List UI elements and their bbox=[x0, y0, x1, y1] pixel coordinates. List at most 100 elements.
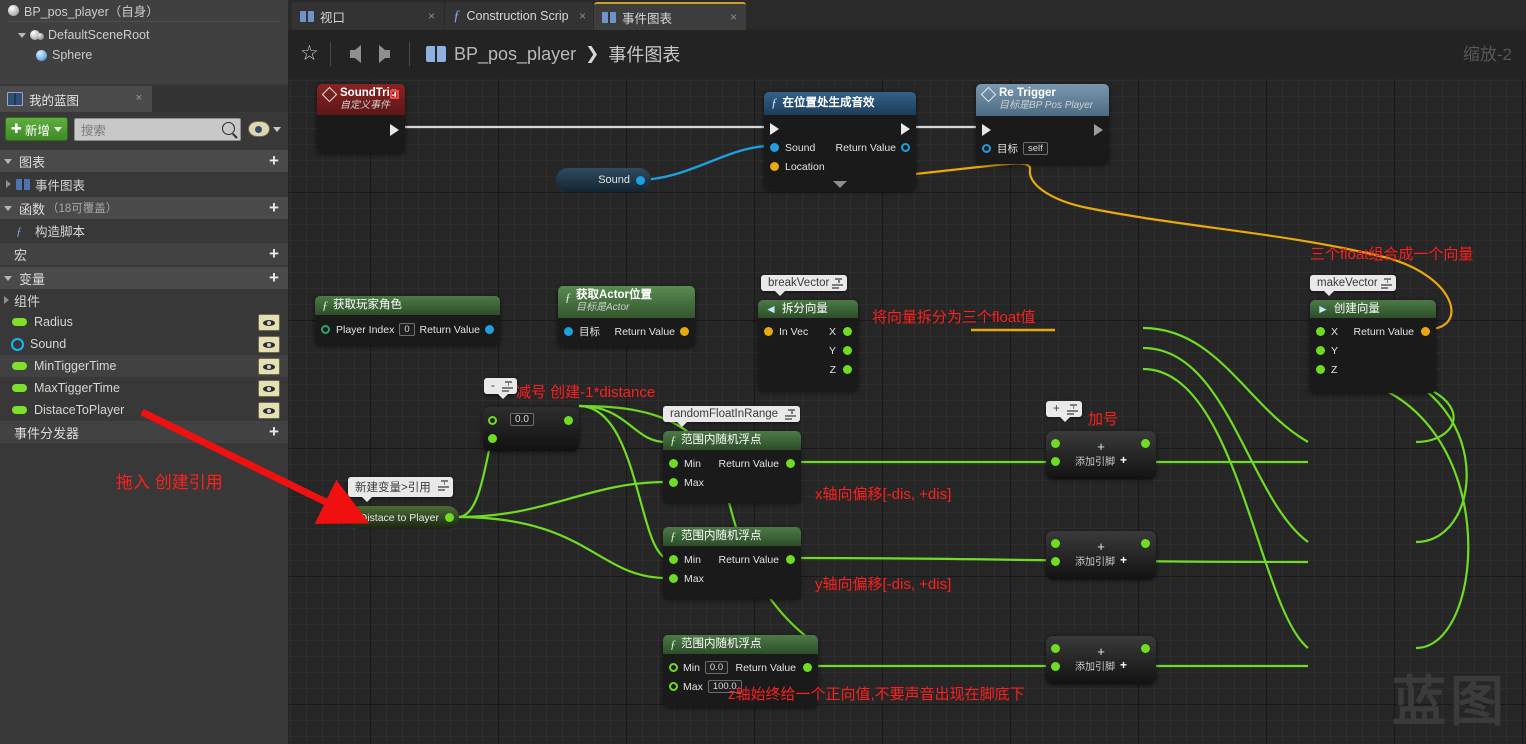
node-add-y[interactable]: + 添加引脚 + bbox=[1046, 531, 1156, 579]
outliner-item-sphere[interactable]: Sphere bbox=[0, 45, 288, 65]
node-spawn-sound-at-location[interactable]: ƒ 在位置处生成音效 Sound Return Value Location bbox=[764, 92, 916, 190]
exec-output-pin[interactable] bbox=[1094, 123, 1103, 136]
blueprint-canvas[interactable]: SoundTrig 自定义事件 Sound ƒ 在位置处生成音效 Sound R… bbox=[288, 78, 1526, 744]
exec-input-pin[interactable] bbox=[982, 123, 991, 136]
node-random-float-in-range-y[interactable]: ƒ 范围内随机浮点 Min Return Value Max bbox=[663, 527, 801, 599]
list-item-variable-distacetoplayer[interactable]: DistaceToPlayer bbox=[0, 399, 288, 421]
object-output-pin[interactable] bbox=[636, 175, 645, 185]
y-output-pin[interactable] bbox=[843, 346, 852, 355]
list-item-event-graph[interactable]: 事件图表 bbox=[0, 173, 288, 195]
section-macros[interactable]: 宏 + bbox=[0, 243, 288, 265]
min-value[interactable]: 0.0 bbox=[704, 661, 729, 674]
add-output-pin[interactable] bbox=[1141, 539, 1150, 548]
exec-input-pin[interactable] bbox=[770, 122, 779, 135]
return-value-pin[interactable] bbox=[901, 143, 910, 152]
favorite-star-icon[interactable]: ☆ bbox=[300, 43, 320, 64]
add-input-pin-b[interactable] bbox=[1051, 662, 1060, 671]
chevron-right-icon[interactable] bbox=[6, 180, 11, 188]
min-input-pin[interactable] bbox=[669, 663, 678, 672]
node-break-vector[interactable]: ◄ 拆分向量 In Vec X Y Z bbox=[758, 300, 858, 391]
add-input-pin-b[interactable] bbox=[1051, 557, 1060, 566]
eye-icon[interactable] bbox=[258, 314, 280, 331]
add-input-pin-a[interactable] bbox=[1051, 439, 1060, 448]
return-value-pin[interactable] bbox=[1421, 327, 1430, 336]
tab-construction-script[interactable]: ƒ Construction Scrip × bbox=[445, 2, 593, 30]
add-pin-plus-icon[interactable]: + bbox=[1120, 453, 1127, 467]
x-input-pin[interactable] bbox=[1316, 327, 1325, 336]
list-item-variable-radius[interactable]: Radius bbox=[0, 311, 288, 333]
chevron-down-icon[interactable] bbox=[18, 32, 26, 38]
add-graph-button[interactable]: + bbox=[266, 152, 282, 169]
z-output-pin[interactable] bbox=[843, 365, 852, 374]
node-sound-variable[interactable]: Sound bbox=[556, 168, 651, 192]
section-variables[interactable]: 变量 + bbox=[0, 267, 288, 289]
return-value-pin[interactable] bbox=[680, 327, 689, 336]
x-output-pin[interactable] bbox=[843, 327, 852, 336]
target-value[interactable]: self bbox=[1023, 142, 1048, 155]
node-re-trigger[interactable]: Re Trigger 目标是BP Pos Player 目标 self bbox=[976, 84, 1109, 164]
return-value-pin[interactable] bbox=[485, 325, 494, 334]
close-icon[interactable]: × bbox=[428, 9, 435, 23]
chevron-down-icon[interactable] bbox=[272, 126, 281, 132]
breadcrumb-root[interactable]: BP_pos_player bbox=[454, 44, 576, 65]
target-input-pin[interactable] bbox=[982, 144, 991, 153]
section-functions[interactable]: 函数 （18可覆盖） + bbox=[0, 197, 288, 219]
max-input-pin[interactable] bbox=[669, 574, 678, 583]
location-input-pin[interactable] bbox=[770, 162, 779, 171]
return-value-pin[interactable] bbox=[786, 555, 795, 564]
chevron-right-icon[interactable] bbox=[4, 296, 9, 304]
player-index-value[interactable]: 0 bbox=[399, 323, 415, 336]
back-arrow-icon[interactable] bbox=[350, 45, 361, 63]
outliner-root[interactable]: BP_pos_player（自身） bbox=[0, 0, 288, 20]
return-value-pin[interactable] bbox=[786, 459, 795, 468]
close-icon[interactable]: × bbox=[579, 9, 586, 23]
chevron-down-icon[interactable] bbox=[4, 205, 12, 211]
node-sound-trig[interactable]: SoundTrig 自定义事件 bbox=[317, 84, 405, 153]
list-item-components[interactable]: 组件 bbox=[0, 289, 288, 311]
add-input-pin-a[interactable] bbox=[1051, 539, 1060, 548]
player-index-input-pin[interactable] bbox=[321, 325, 330, 334]
node-get-actor-location[interactable]: ƒ 获取Actor位置 目标是Actor 目标 Return Value bbox=[558, 286, 695, 347]
forward-arrow-icon[interactable] bbox=[379, 45, 390, 63]
node-negate[interactable]: 0.0 bbox=[483, 407, 579, 451]
max-input-pin[interactable] bbox=[669, 682, 678, 691]
expand-chevron-down-icon[interactable] bbox=[833, 181, 847, 188]
node-distance-to-player-variable[interactable]: Distace to Player bbox=[349, 506, 459, 529]
close-icon[interactable]: × bbox=[136, 93, 142, 104]
breadcrumb-leaf[interactable]: 事件图表 bbox=[608, 41, 680, 67]
eye-icon[interactable] bbox=[258, 380, 280, 397]
z-input-pin[interactable] bbox=[1316, 365, 1325, 374]
node-make-vector[interactable]: ► 创建向量 X Return Value Y Z bbox=[1310, 300, 1436, 393]
negate-input-pin-b[interactable] bbox=[488, 434, 497, 443]
list-item-variable-sound[interactable]: Sound bbox=[0, 333, 288, 355]
add-variable-button[interactable]: + bbox=[266, 269, 282, 286]
search-input[interactable]: 搜索 bbox=[73, 117, 241, 141]
return-value-pin[interactable] bbox=[803, 663, 812, 672]
add-pin-plus-icon[interactable]: + bbox=[1120, 658, 1127, 672]
add-input-pin-a[interactable] bbox=[1051, 644, 1060, 653]
node-add-z[interactable]: + 添加引脚 + bbox=[1046, 636, 1156, 684]
float-output-pin[interactable] bbox=[445, 513, 454, 522]
min-input-pin[interactable] bbox=[669, 555, 678, 564]
add-input-pin-b[interactable] bbox=[1051, 457, 1060, 466]
visibility-toggle-icon[interactable] bbox=[247, 121, 270, 137]
min-input-pin[interactable] bbox=[669, 459, 678, 468]
in-vec-input-pin[interactable] bbox=[764, 327, 773, 336]
eye-icon[interactable] bbox=[258, 402, 280, 419]
add-pin-plus-icon[interactable]: + bbox=[1120, 553, 1127, 567]
outliner-item-defaultsceneroot[interactable]: DefaultSceneRoot bbox=[0, 25, 288, 45]
list-item-construction-script[interactable]: ƒ 构造脚本 bbox=[0, 219, 288, 241]
node-add-x[interactable]: + 添加引脚 + bbox=[1046, 431, 1156, 479]
negate-input-pin-a[interactable] bbox=[488, 416, 497, 425]
add-new-button[interactable]: ✚ 新增 bbox=[5, 117, 68, 141]
max-input-pin[interactable] bbox=[669, 478, 678, 487]
add-event-dispatcher-button[interactable]: + bbox=[266, 423, 282, 440]
exec-output-pin[interactable] bbox=[390, 124, 399, 136]
target-input-pin[interactable] bbox=[564, 327, 573, 336]
add-macro-button[interactable]: + bbox=[266, 245, 282, 262]
add-output-pin[interactable] bbox=[1141, 644, 1150, 653]
chevron-down-icon[interactable] bbox=[53, 126, 62, 132]
list-item-variable-mintiggertime[interactable]: MinTiggerTime bbox=[0, 355, 288, 377]
tab-viewport[interactable]: 视口 × bbox=[292, 2, 444, 30]
section-event-dispatchers[interactable]: 事件分发器 + bbox=[0, 421, 288, 443]
